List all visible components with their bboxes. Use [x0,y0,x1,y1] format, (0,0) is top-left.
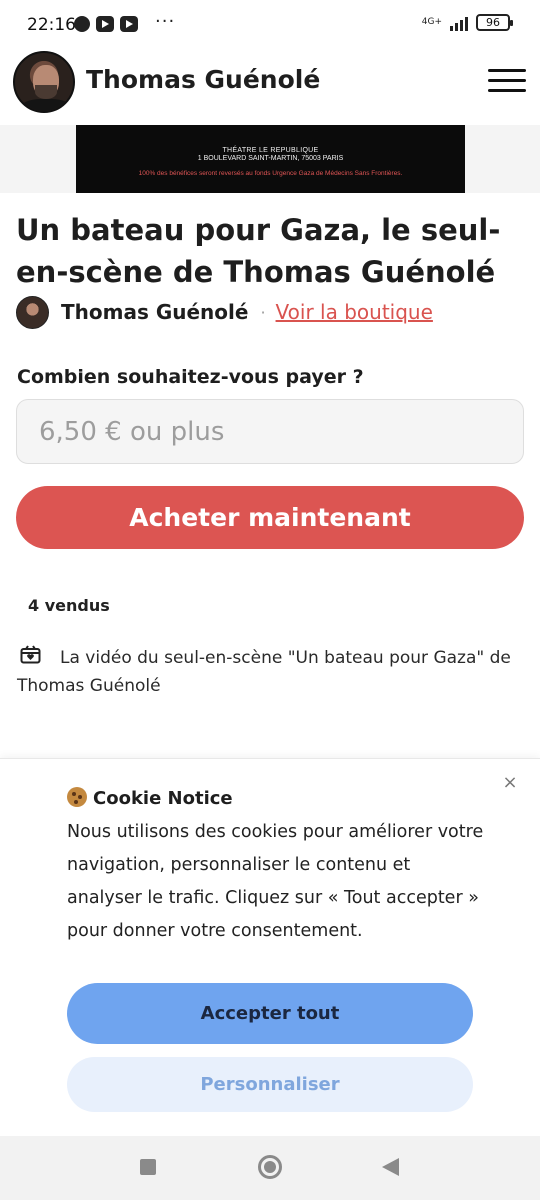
cookie-title-text: Cookie Notice [93,788,233,809]
signal-icon [450,15,468,31]
cookie-title: Cookie Notice [67,787,233,809]
banner-address: 1 BOULEVARD SAINT-MARTIN, 75003 PARIS [197,155,344,162]
buy-now-button[interactable]: Acheter maintenant [16,486,524,549]
author-row: Thomas Guénolé · Voir la boutique [16,295,433,329]
site-header: Thomas Guénolé [0,48,540,118]
author-name: Thomas Guénolé [61,300,249,324]
status-bar: 22:16 ··· 4G+ 96 [0,0,540,52]
price-label: Combien souhaitez-vous payer ? [17,366,364,388]
customize-button[interactable]: Personnaliser [67,1057,473,1112]
recents-icon[interactable] [140,1159,156,1175]
menu-icon[interactable] [488,69,526,93]
separator-dot: · [260,302,266,322]
battery-icon: 96 [476,14,513,31]
product-description: La vidéo du seul-en-scène "Un bateau pou… [17,648,511,696]
avatar[interactable] [13,51,75,113]
close-icon[interactable]: × [500,773,520,793]
status-time: 22:16 [27,15,76,35]
home-icon[interactable] [258,1155,282,1179]
notification-icons [74,16,138,32]
accept-all-button[interactable]: Accepter tout [67,983,473,1044]
more-notifications-dots: ··· [155,11,176,32]
product-title: Un bateau pour Gaza, le seul-en-scène de… [16,213,501,289]
author-avatar [16,295,49,329]
chat-bubble-icon [74,16,90,32]
cookie-text: Nous utilisons des cookies pour améliore… [67,822,484,941]
system-nav-bar [0,1136,540,1200]
shop-link[interactable]: Voir la boutique [276,300,433,324]
cookie-notice: × Cookie Notice Nous utilisons des cooki… [0,758,540,1136]
youtube-icon [120,16,138,32]
banner-area: THÉATRE LE REPUBLIQUE 1 BOULEVARD SAINT-… [0,125,540,193]
banner-donation-note: 100% des bénéfices seront reversés au fo… [138,170,403,177]
network-type: 4G+ [421,17,442,27]
site-title[interactable]: Thomas Guénolé [86,65,320,94]
cookie-icon [67,787,87,807]
sold-count: 4 vendus [28,596,110,615]
event-banner: THÉATRE LE REPUBLIQUE 1 BOULEVARD SAINT-… [76,125,465,193]
back-icon[interactable] [382,1158,399,1176]
price-input[interactable] [16,399,524,464]
banner-venue: THÉATRE LE REPUBLIQUE [222,147,319,154]
status-right: 4G+ 96 [421,14,513,31]
youtube-icon [96,16,114,32]
